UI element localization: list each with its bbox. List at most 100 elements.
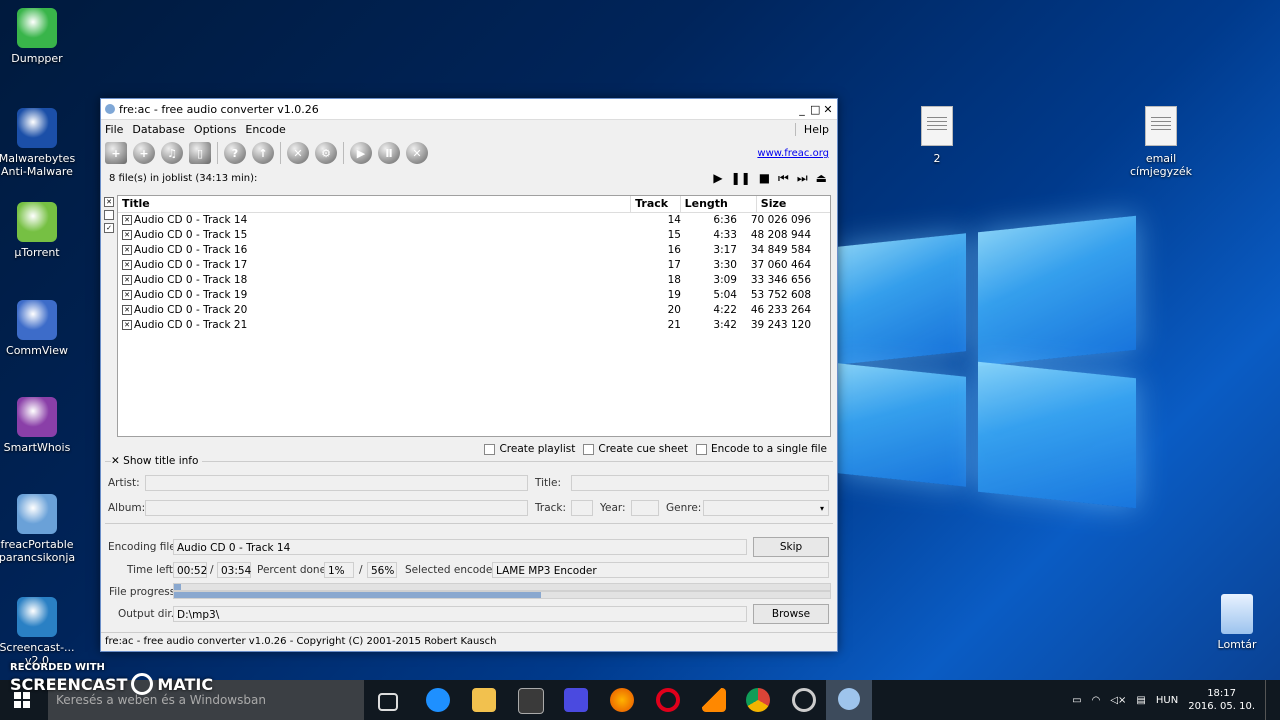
create-cue-option[interactable]: Create cue sheet (583, 443, 688, 455)
desktop-icon-4[interactable]: SmartWhois (0, 397, 77, 454)
row-checkbox[interactable]: ✕ (122, 230, 132, 240)
desktop-icon-0[interactable]: Dumpper (0, 8, 77, 65)
checkbox[interactable]: ✕ (111, 455, 120, 467)
menu-file[interactable]: File (105, 123, 123, 136)
select-none-checkbox[interactable] (104, 210, 114, 220)
wifi-icon[interactable]: ◠ (1092, 695, 1101, 706)
clear-icon[interactable]: ✕ (287, 142, 309, 164)
previous-icon[interactable]: ⏮ (778, 171, 789, 186)
album-field[interactable] (145, 500, 528, 516)
table-row[interactable]: ✕ Audio CD 0 - Track 17 17 3:30 37 060 464 (118, 258, 830, 273)
save-disk-icon[interactable] (564, 688, 588, 712)
pause-icon[interactable]: Ⅱ (378, 142, 400, 164)
table-row[interactable]: ✕ Audio CD 0 - Track 14 14 6:36 70 026 096 (118, 213, 830, 228)
genre-select[interactable]: ▾ (703, 500, 829, 516)
checkbox[interactable] (583, 443, 595, 455)
show-title-info-toggle[interactable]: ✕ Show title info (111, 455, 203, 467)
add-cd-icon[interactable]: + (133, 142, 155, 164)
screencast-icon[interactable] (792, 688, 816, 712)
pause-icon[interactable]: ❚❚ (731, 171, 751, 186)
create-playlist-option[interactable]: Create playlist (484, 443, 575, 455)
skip-button[interactable]: Skip (753, 537, 829, 557)
track-track: 19 (667, 289, 681, 301)
time-left-label: Time left: (127, 564, 177, 576)
edge-icon[interactable] (426, 688, 450, 712)
checkbox[interactable] (695, 443, 707, 455)
notification-icon[interactable]: ▤ (1136, 695, 1145, 706)
table-row[interactable]: ✕ Audio CD 0 - Track 20 20 4:22 46 233 264 (118, 303, 830, 318)
freac-taskbar-button[interactable] (826, 680, 872, 720)
column-length[interactable]: Length (681, 196, 757, 212)
clock[interactable]: 18:17 2016. 05. 10. (1188, 687, 1255, 713)
row-checkbox[interactable]: ✕ (122, 320, 132, 330)
vlc-icon[interactable] (702, 688, 726, 712)
single-file-option[interactable]: Encode to a single file (695, 443, 827, 455)
checkbox[interactable] (484, 443, 496, 455)
speaker-muted-icon[interactable]: ◁× (1110, 695, 1126, 706)
store-icon[interactable] (518, 688, 544, 714)
system-tray: ▭ ◠ ◁× ▤ HUN 18:17 2016. 05. 10. (1072, 680, 1270, 720)
select-all-checkbox[interactable]: ✕ (104, 197, 114, 207)
eject-icon[interactable]: ⏏ (816, 171, 827, 186)
screencast-logo-icon (131, 673, 154, 695)
table-row[interactable]: ✕ Audio CD 0 - Track 16 16 3:17 34 849 584 (118, 243, 830, 258)
toggle-selection-checkbox[interactable]: ✓ (104, 223, 114, 233)
show-desktop-button[interactable] (1265, 680, 1270, 720)
column-track[interactable]: Track (631, 196, 681, 212)
desktop-file-email[interactable]: email címjegyzék (1121, 106, 1201, 178)
close-icon[interactable]: ✕ (823, 103, 833, 116)
add-files-icon[interactable]: + (105, 142, 127, 164)
joblist-table[interactable]: Title Track Length Size ✕ Audio CD 0 - Tr… (117, 195, 831, 437)
battery-icon[interactable]: ▭ (1072, 695, 1081, 706)
column-title[interactable]: Title (118, 196, 632, 212)
minimize-icon[interactable]: _ (797, 103, 807, 116)
remove-icon[interactable]: ▯ (189, 142, 211, 164)
desktop-file-2[interactable]: 2 (897, 106, 977, 165)
language-indicator[interactable]: HUN (1156, 695, 1178, 706)
title-field[interactable] (571, 475, 829, 491)
play-icon[interactable]: ▶ (713, 171, 722, 186)
row-checkbox[interactable]: ✕ (122, 305, 132, 315)
desktop-recycle-bin[interactable]: Lomtár (1197, 594, 1277, 651)
row-checkbox[interactable]: ✕ (122, 245, 132, 255)
stop-icon[interactable]: ✕ (406, 142, 428, 164)
table-row[interactable]: ✕ Audio CD 0 - Track 18 18 3:09 33 346 656 (118, 273, 830, 288)
menu-database[interactable]: Database (132, 123, 185, 136)
desktop-icon-5[interactable]: freacPortable parancsikonja (0, 494, 77, 564)
column-size[interactable]: Size (757, 196, 830, 212)
desktop-icon-2[interactable]: µTorrent (0, 202, 77, 259)
output-dir-field[interactable]: D:\mp3\ (173, 606, 747, 622)
year-field[interactable] (631, 500, 659, 516)
stop-icon[interactable]: ■ (759, 171, 770, 186)
menu-help[interactable]: Help (794, 122, 829, 136)
task-view-icon[interactable] (378, 693, 398, 711)
desktop-icon-1[interactable]: Malwarebytes Anti-Malware (0, 108, 77, 178)
browse-button[interactable]: Browse (753, 604, 829, 624)
row-checkbox[interactable]: ✕ (122, 215, 132, 225)
next-icon[interactable]: ⏭ (797, 171, 808, 186)
table-row[interactable]: ✕ Audio CD 0 - Track 21 21 3:42 39 243 120 (118, 318, 830, 333)
encode-play-icon[interactable]: ▶ (350, 142, 372, 164)
maximize-icon[interactable]: □ (810, 103, 820, 116)
menu-options[interactable]: Options (194, 123, 236, 136)
desktop-icon-3[interactable]: CommView (0, 300, 77, 357)
cddb-query-icon[interactable]: ? (224, 142, 246, 164)
row-checkbox[interactable]: ✕ (122, 260, 132, 270)
table-row[interactable]: ✕ Audio CD 0 - Track 19 19 5:04 53 752 608 (118, 288, 830, 303)
firefox-icon[interactable] (610, 688, 634, 712)
artist-field[interactable] (145, 475, 528, 491)
cddb-icon[interactable]: ♫ (161, 142, 183, 164)
track-field[interactable] (571, 500, 593, 516)
table-row[interactable]: ✕ Audio CD 0 - Track 15 15 4:33 48 208 944 (118, 228, 830, 243)
cddb-submit-icon[interactable]: ↑ (252, 142, 274, 164)
opera-icon[interactable] (656, 688, 680, 712)
title-bar[interactable]: fre:ac - free audio converter v1.0.26 _ … (101, 99, 837, 120)
desktop-icon-6[interactable]: Screencast-... v2.0 (0, 597, 77, 667)
settings-gear-icon[interactable]: ⚙ (315, 142, 337, 164)
chrome-icon[interactable] (746, 688, 770, 712)
website-link[interactable]: www.freac.org (757, 148, 829, 159)
file-explorer-icon[interactable] (472, 688, 496, 712)
menu-encode[interactable]: Encode (245, 123, 285, 136)
row-checkbox[interactable]: ✕ (122, 275, 132, 285)
row-checkbox[interactable]: ✕ (122, 290, 132, 300)
